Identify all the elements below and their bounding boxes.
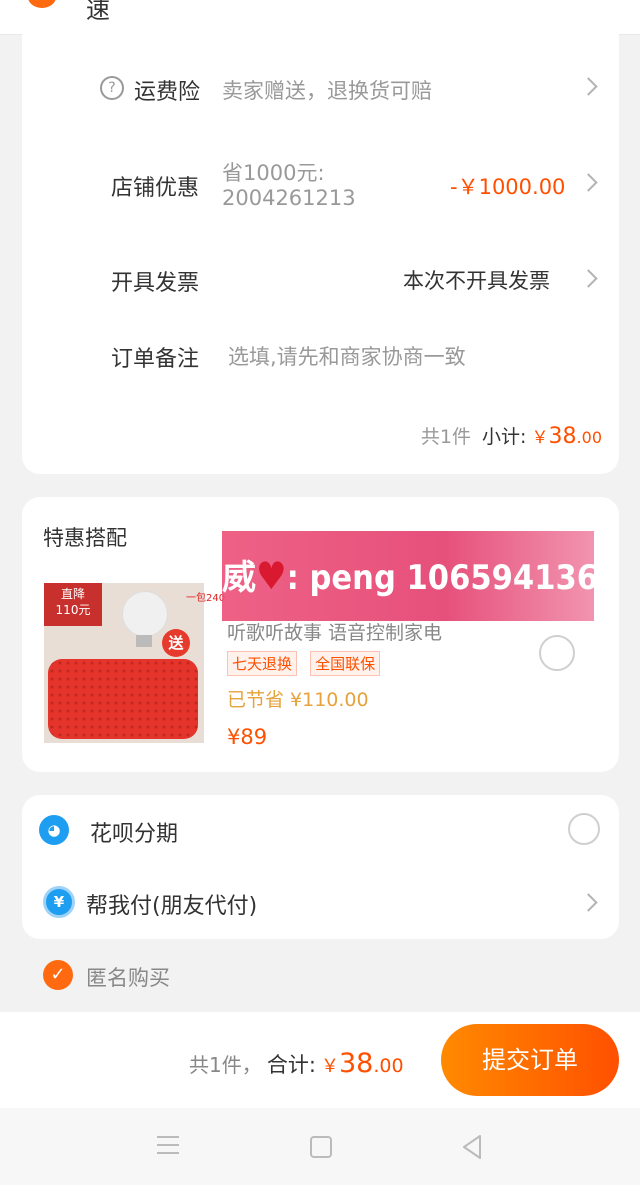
subtotal-count: 共1件 xyxy=(420,426,471,448)
product-subtitle: 听歌听故事 语音控制家电 xyxy=(227,622,443,644)
order-details-card: ? 运费险 卖家赠送，退换货可赔 店铺优惠 省1000元: 2004261213… xyxy=(22,20,619,474)
huabei-row[interactable]: ◕ 花呗分期 xyxy=(22,809,619,853)
system-nav-bar xyxy=(0,1108,640,1185)
friend-pay-label: 帮我付(朋友代付) xyxy=(86,894,258,919)
chevron-right-icon xyxy=(579,77,598,96)
chevron-right-icon xyxy=(579,173,598,192)
watermark-overlay: 威♥: peng 1065941369 xyxy=(222,531,594,621)
subtotal-label: 小计: xyxy=(482,426,527,448)
yen-icon: ¥ xyxy=(43,886,75,918)
huabei-radio[interactable] xyxy=(568,813,600,845)
shop-logo-icon xyxy=(28,0,56,8)
gift-badge: 送 xyxy=(162,629,190,657)
anonymous-checkbox[interactable]: ✓ xyxy=(43,960,73,990)
checkout-bar: 共1件， 合计: ￥38.00 提交订单 xyxy=(0,1012,640,1108)
product-image[interactable]: 直降 110元 送 xyxy=(44,583,204,743)
question-icon[interactable]: ? xyxy=(100,76,124,100)
shop-discount-desc-line1: 省1000元: xyxy=(222,161,325,185)
submit-order-button[interactable]: 提交订单 xyxy=(441,1024,619,1096)
combo-select-radio[interactable] xyxy=(539,635,575,671)
shipping-insurance-value: 卖家赠送，退换货可赔 xyxy=(222,79,432,103)
combo-price: ¥89 xyxy=(227,725,268,749)
invoice-label: 开具发票 xyxy=(111,271,200,296)
menu-icon[interactable] xyxy=(157,1136,179,1154)
checkout-total: 共1件， 合计: ￥38.00 xyxy=(189,1048,404,1079)
badge-nationwide-warranty: 全国联保 xyxy=(310,651,381,676)
huabei-icon: ◕ xyxy=(39,815,69,845)
bulb-icon xyxy=(122,591,168,637)
shop-discount-desc-line2: 2004261213 xyxy=(222,186,356,210)
saved-amount: 已节省 ¥110.00 xyxy=(227,689,369,711)
checkout-total-int: 38 xyxy=(339,1048,374,1079)
invoice-value: 本次不开具发票 xyxy=(403,269,550,293)
subtotal-dec: .00 xyxy=(576,428,602,447)
chevron-right-icon xyxy=(579,893,598,912)
payment-card: ◕ 花呗分期 ¥ 帮我付(朋友代付) xyxy=(22,795,619,939)
product-badges: 七天退换 全国联保 xyxy=(227,651,388,676)
checkout-count: 共1件， xyxy=(189,1053,262,1077)
heart-icon: ♥ xyxy=(256,554,287,598)
checkout-total-label: 合计: xyxy=(266,1053,316,1077)
shop-discount-amount: -￥1000.00 xyxy=(450,175,566,199)
chevron-right-icon xyxy=(579,269,598,288)
checkout-total-dec: .00 xyxy=(373,1055,404,1077)
shop-discount-label: 店铺优惠 xyxy=(111,176,200,201)
combo-title: 特惠搭配 xyxy=(43,526,127,550)
order-note-input[interactable]: 选填,请先和商家协商一致 xyxy=(228,341,466,371)
invoice-row[interactable]: 开具发票 本次不开具发票 xyxy=(22,258,619,298)
order-note-row: 订单备注 选填,请先和商家协商一致 xyxy=(22,334,619,374)
huabei-label: 花呗分期 xyxy=(90,822,179,847)
home-icon[interactable] xyxy=(310,1136,332,1158)
image-small-label: 一包240 xyxy=(186,593,226,604)
price-drop-tag: 直降 110元 xyxy=(44,583,102,626)
checkout-currency: ￥ xyxy=(321,1056,339,1077)
order-note-label: 订单备注 xyxy=(111,347,200,372)
subtotal-int: 38 xyxy=(548,424,577,449)
shipping-insurance-label: 运费险 xyxy=(134,80,201,105)
back-icon[interactable] xyxy=(460,1134,484,1160)
badge-seven-day-return: 七天退换 xyxy=(227,651,298,676)
shipping-insurance-row[interactable]: ? 运费险 卖家赠送，退换货可赔 xyxy=(22,66,619,106)
subtotal-row: 共1件 小计: ￥38.00 xyxy=(22,418,619,454)
shop-discount-row[interactable]: 店铺优惠 省1000元: 2004261213 -￥1000.00 xyxy=(22,152,619,216)
subtotal-currency: ￥ xyxy=(531,428,549,448)
speaker-picture xyxy=(48,659,198,739)
anonymous-label: 匿名购买 xyxy=(86,966,170,990)
friend-pay-row[interactable]: ¥ 帮我付(朋友代付) xyxy=(22,881,619,925)
